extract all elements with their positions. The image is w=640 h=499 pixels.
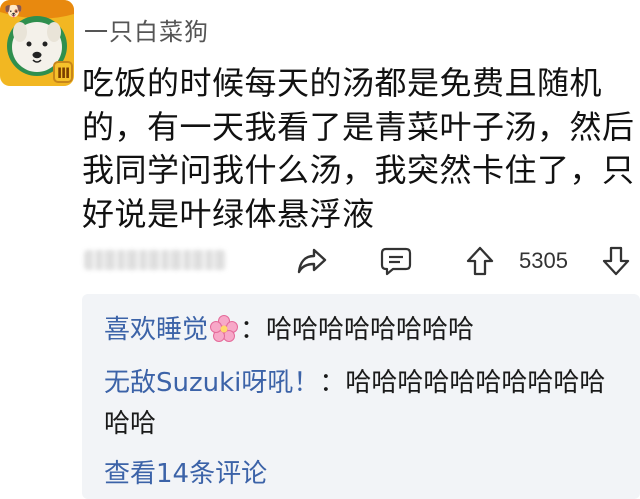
- comment-separator: ：: [319, 368, 346, 398]
- comment-item: 无敌Suzuki呀吼！：哈哈哈哈哈哈哈哈哈哈哈哈: [104, 363, 624, 445]
- avatar[interactable]: 🐶 Ⅲ: [0, 0, 74, 86]
- share-button[interactable]: [292, 240, 332, 282]
- post-body: 吃饭的时候每天的汤都是免费且随机的，有一天我看了是青菜叶子汤，然后我同学问我什么…: [82, 64, 635, 233]
- upvote-icon: [466, 246, 494, 276]
- blurred-metadata: [84, 250, 226, 270]
- svg-text:Ⅲ: Ⅲ: [57, 66, 70, 82]
- share-icon: [297, 248, 327, 274]
- comment-author[interactable]: 无敌Suzuki呀吼！: [104, 368, 319, 398]
- view-more-comments-link[interactable]: 查看14条评论: [104, 454, 267, 495]
- username[interactable]: 一只白菜狗: [84, 12, 209, 47]
- dog-avatar-icon: 🐶 Ⅲ: [0, 0, 74, 86]
- comment-item: 喜欢睡觉 ：哈哈哈哈哈哈哈哈: [104, 310, 474, 356]
- upvote-button[interactable]: [460, 240, 500, 282]
- svg-text:🐶: 🐶: [4, 2, 23, 20]
- downvote-icon: [602, 246, 630, 276]
- comment-author[interactable]: 喜欢睡觉: [104, 315, 208, 345]
- comment-button[interactable]: [376, 240, 416, 282]
- vote-count: 5305: [519, 248, 568, 273]
- comment-icon: [380, 247, 412, 276]
- comment-text: 哈哈哈哈哈哈哈哈: [266, 315, 475, 345]
- comment-separator: ：: [240, 315, 267, 345]
- downvote-button[interactable]: [596, 240, 636, 282]
- cherry-blossom-icon: [210, 315, 239, 356]
